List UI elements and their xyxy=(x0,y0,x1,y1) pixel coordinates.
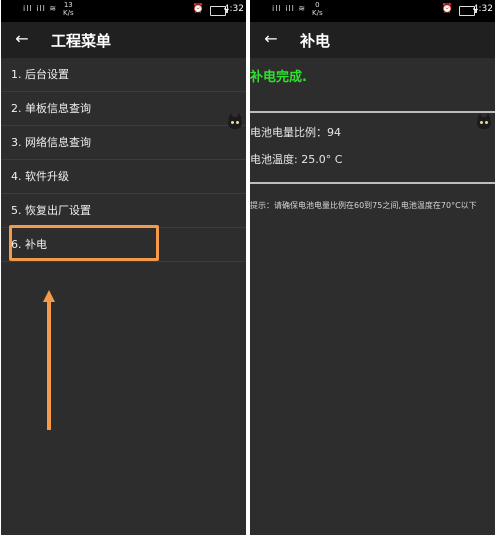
right-phone-screen: ill ill ≋ 0 K/s ⏰ 4:32 ← 补电 补电完成. 电池电量比例… xyxy=(250,0,495,535)
status-bar: ill ill ≋ 13 K/s ⏰ 4:32 xyxy=(1,0,246,22)
left-phone-screen: ill ill ≋ 13 K/s ⏰ 4:32 ← 工程菜单 1. 后台设置 2… xyxy=(1,0,246,535)
divider xyxy=(250,111,495,113)
cat-icon xyxy=(474,112,494,132)
signal-icon: ill ill ≋ xyxy=(23,4,58,13)
page-title: 补电 xyxy=(300,32,331,50)
up-arrow-icon xyxy=(43,290,55,430)
hint-text: 提示：请确保电池电量比例在60到75之间,电池温度在70°C以下 xyxy=(250,201,477,210)
app-bar: ← 补电 xyxy=(250,22,495,58)
status-bar: ill ill ≋ 0 K/s ⏰ 4:32 xyxy=(250,0,495,22)
page-title: 工程菜单 xyxy=(51,32,112,50)
menu-item-factory-reset[interactable]: 5. 恢复出厂设置 xyxy=(1,194,246,228)
highlight-box xyxy=(9,225,159,261)
network-speed-unit: K/s xyxy=(312,9,323,17)
app-bar: ← 工程菜单 xyxy=(1,22,246,58)
arrow-shaft xyxy=(47,300,51,430)
alarm-icon: ⏰ xyxy=(192,4,206,14)
menu-item-backend-settings[interactable]: 1. 后台设置 xyxy=(1,58,246,92)
back-arrow-icon[interactable]: ← xyxy=(11,28,33,50)
recharge-complete-text: 补电完成. xyxy=(250,70,307,85)
network-speed: 0 K/s xyxy=(312,1,323,17)
network-speed-value: 0 xyxy=(315,1,320,9)
menu-item-board-info[interactable]: 2. 单板信息查询 xyxy=(1,92,246,126)
divider xyxy=(250,182,495,184)
signal-icon: ill ill ≋ xyxy=(272,4,307,13)
network-speed-value: 13 xyxy=(63,1,73,9)
battery-temperature-text: 电池温度: 25.0° C xyxy=(250,153,343,166)
network-speed-unit: K/s xyxy=(63,9,74,17)
clock: 4:32 xyxy=(223,4,244,14)
network-speed: 13 K/s xyxy=(63,1,74,17)
menu-item-network-info[interactable]: 3. 网络信息查询 xyxy=(1,126,246,160)
alarm-icon: ⏰ xyxy=(441,4,455,14)
battery-level-text: 电池电量比例：94 xyxy=(250,126,341,139)
menu-item-software-upgrade[interactable]: 4. 软件升级 xyxy=(1,160,246,194)
cat-icon xyxy=(225,112,245,132)
back-arrow-icon[interactable]: ← xyxy=(260,28,282,50)
clock: 4:32 xyxy=(472,4,493,14)
